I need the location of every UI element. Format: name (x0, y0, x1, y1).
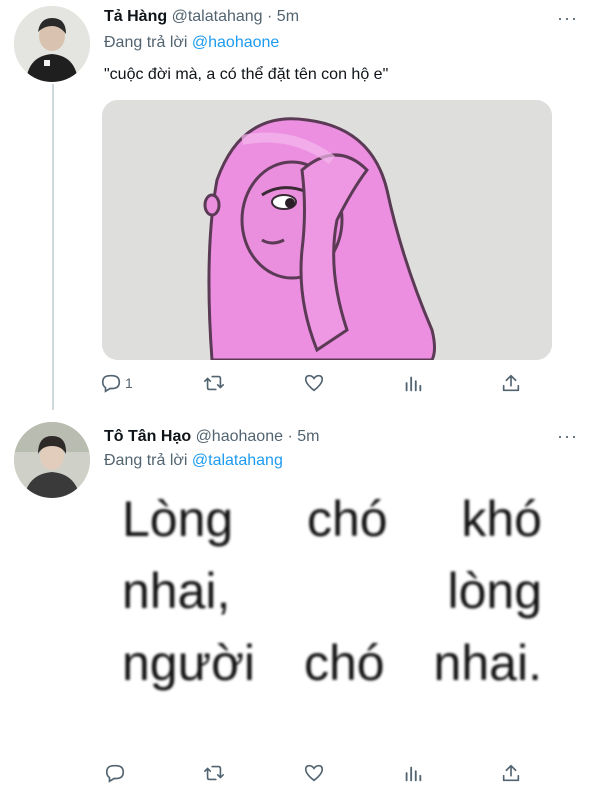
tweet-header: Tả Hàng @talatahang · 5m (104, 8, 299, 26)
user-handle[interactable]: @haohaone (196, 428, 283, 445)
image-word: Lòng (122, 491, 234, 547)
more-icon[interactable]: ··· (557, 426, 578, 447)
avatar[interactable] (14, 6, 90, 82)
image-word: khó (461, 491, 542, 547)
retweet-icon (204, 375, 224, 391)
tweet-media-text-image[interactable]: Lòng chó khó nhai, lòng người chó nhai. (110, 490, 550, 730)
analytics-icon (405, 376, 422, 392)
share-icon (502, 374, 520, 392)
retweet-button[interactable] (203, 370, 225, 396)
image-word: chó (303, 635, 385, 691)
tweet-haohaone[interactable]: Tô Tân Hạo @haohaone · 5m ··· Đang trả l… (0, 410, 600, 790)
more-icon[interactable]: ··· (557, 8, 578, 29)
analytics-icon (405, 766, 422, 782)
replying-to: Đang trả lời @talatahang (104, 452, 283, 470)
replying-to-label: Đang trả lời (104, 34, 188, 51)
thread-line (52, 84, 54, 410)
image-word: nhai. (433, 635, 542, 691)
replying-to-label: Đang trả lời (104, 452, 188, 469)
share-button[interactable] (500, 370, 522, 396)
user-handle[interactable]: @talatahang (172, 8, 263, 25)
tweet-media[interactable] (102, 100, 552, 360)
reply-icon (101, 374, 121, 393)
display-name[interactable]: Tô Tân Hạo (104, 428, 191, 445)
image-text-line-2: nhai, lòng (122, 562, 542, 620)
replying-to: Đang trả lời @haohaone (104, 34, 279, 52)
image-word: người (122, 635, 255, 691)
mention-link[interactable]: @haohaone (192, 34, 279, 51)
reply-button[interactable]: 1 (100, 370, 133, 396)
share-icon (502, 764, 520, 782)
analytics-button[interactable] (402, 760, 424, 786)
reply-count: 1 (125, 375, 133, 391)
tweet-actions (100, 760, 530, 786)
share-button[interactable] (500, 760, 522, 786)
retweet-button[interactable] (203, 760, 225, 786)
like-button[interactable] (303, 760, 325, 786)
media-image (102, 100, 552, 360)
like-button[interactable] (303, 370, 325, 396)
reply-icon (105, 764, 125, 783)
tweet-actions: 1 (100, 370, 530, 396)
retweet-icon (204, 765, 224, 781)
like-icon (304, 374, 324, 392)
image-text-line-3: người chó nhai. (122, 634, 542, 692)
avatar-photo (14, 6, 90, 82)
like-icon (304, 764, 324, 782)
avatar-photo (14, 422, 90, 498)
meta-separator: · (287, 428, 293, 445)
reply-button[interactable] (104, 760, 126, 786)
tweet-header: Tô Tân Hạo @haohaone · 5m (104, 428, 319, 446)
image-word: nhai, (122, 563, 231, 619)
image-word: chó (306, 491, 388, 547)
meta-separator: · (267, 8, 273, 25)
tweet-talatahang[interactable]: Tả Hàng @talatahang · 5m ··· Đang trả lờ… (0, 0, 600, 410)
avatar[interactable] (14, 422, 90, 498)
tweet-time[interactable]: 5m (297, 428, 319, 445)
analytics-button[interactable] (402, 370, 424, 396)
mention-link[interactable]: @talatahang (192, 452, 283, 469)
image-word: lòng (447, 563, 542, 619)
display-name[interactable]: Tả Hàng (104, 8, 167, 25)
image-text-line-1: Lòng chó khó (122, 490, 542, 548)
tweet-text: "cuộc đời mà, a có thể đặt tên con hộ e" (104, 66, 389, 83)
tweet-time[interactable]: 5m (277, 8, 299, 25)
